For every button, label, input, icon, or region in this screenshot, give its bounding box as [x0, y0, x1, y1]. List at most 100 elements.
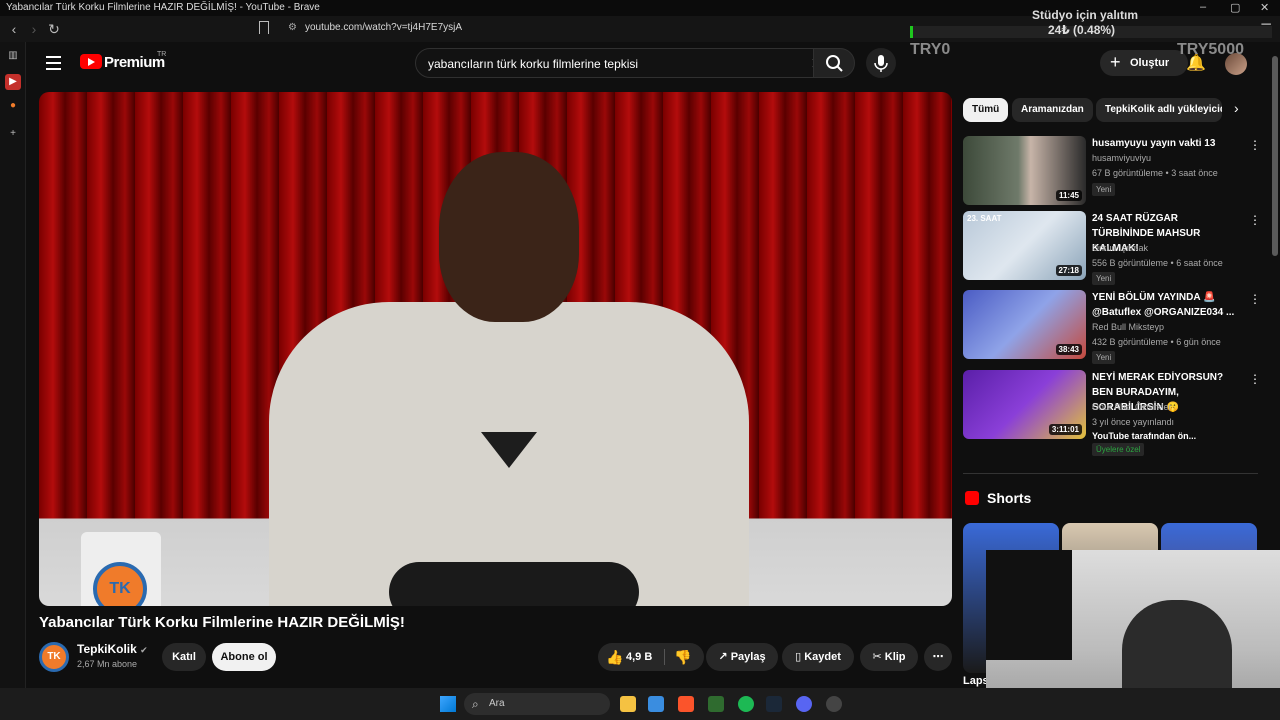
brave-browser-icon[interactable] — [678, 696, 694, 712]
subscribe-button[interactable]: Abone ol — [212, 643, 276, 671]
verified-icon: ✔ — [140, 645, 148, 655]
minimize-icon[interactable]: – — [1200, 1, 1206, 13]
share-label: Paylaş — [730, 651, 766, 663]
create-button[interactable]: Oluştur — [1100, 49, 1188, 76]
chip-from-uploader[interactable]: TepkiKolik adlı yükleyiciden — [1096, 98, 1222, 122]
microphone-icon — [874, 55, 888, 72]
recommendation-channel[interactable]: husamviyuviyu — [1092, 153, 1151, 163]
like-count[interactable]: 4,9 B — [626, 643, 652, 671]
video-duration: 11:45 — [1055, 190, 1082, 201]
recommendation-item[interactable]: 3:11:01 NEYİ MERAK EDİYORSUN? BEN BURADA… — [963, 370, 1263, 460]
clip-label: Klip — [884, 651, 906, 663]
save-button[interactable]: ▯ Kaydet — [782, 643, 854, 671]
recommendation-meta: 67 B görüntüleme • 3 saat önce — [1092, 168, 1218, 178]
share-icon: ↗ — [718, 651, 731, 663]
channel-name-text[interactable]: TepkiKolik — [77, 642, 137, 656]
recommendation-thumbnail[interactable]: 38:43 — [963, 290, 1086, 359]
recommendation-item[interactable]: 23. SAAT 27:18 24 SAAT RÜZGAR TÜRBİNİNDE … — [963, 211, 1263, 285]
thumbnail-label: 23. SAAT — [967, 214, 1002, 223]
window-title: Yabancılar Türk Korku Filmlerine HAZIR D… — [6, 2, 320, 13]
channel-avatar[interactable]: TK — [39, 642, 69, 672]
recommendation-title[interactable]: husamyuyu yayın vakti 13 — [1092, 136, 1240, 151]
save-icon: ▯ — [795, 651, 805, 663]
discord-icon[interactable] — [796, 696, 812, 712]
video-player[interactable]: TK — [39, 92, 952, 606]
dislike-icon[interactable]: 👎 — [674, 643, 691, 671]
file-explorer-icon[interactable] — [620, 696, 636, 712]
chip-from-search[interactable]: Aramanızdan — [1012, 98, 1093, 122]
reload-icon[interactable]: ↻ — [45, 20, 63, 38]
brave-tab-icon[interactable]: ● — [5, 98, 21, 114]
video-frame-person — [269, 152, 749, 606]
short-title[interactable]: Laps — [963, 675, 989, 687]
recommendation-meta: 432 B görüntüleme • 6 gün önce — [1092, 337, 1221, 347]
spotify-icon[interactable] — [738, 696, 754, 712]
more-options-icon[interactable]: ⋮ — [1249, 213, 1261, 227]
new-badge: Yeni — [1092, 272, 1116, 285]
video-title: Yabancılar Türk Korku Filmlerine HAZIR D… — [39, 614, 405, 631]
recommendation-item[interactable]: 38:43 YENİ BÖLÜM YAYINDA 🚨 @Batuflex @OR… — [963, 290, 1263, 364]
members-only-badge: Üyelere özel — [1092, 443, 1145, 456]
app-icon[interactable] — [708, 696, 724, 712]
more-options-icon[interactable]: ⋮ — [1249, 292, 1261, 306]
shorts-icon — [965, 491, 979, 505]
subscriber-count: 2,67 Mn abone — [77, 659, 138, 669]
recommendation-item[interactable]: 11:45 husamyuyu yayın vakti 13 husamviyu… — [963, 136, 1263, 206]
video-frame-mug: TK — [81, 532, 161, 606]
video-duration: 3:11:01 — [1048, 424, 1082, 435]
share-button[interactable]: ↗ Paylaş — [706, 643, 778, 671]
more-options-icon[interactable]: ⋮ — [1249, 138, 1261, 152]
like-icon[interactable]: 👍 — [606, 643, 623, 671]
guide-menu-icon[interactable] — [46, 56, 61, 74]
recommendation-channel[interactable]: Onur Naci Öztürkler — [1092, 402, 1172, 412]
chip-all[interactable]: Tümü — [963, 98, 1009, 122]
back-icon[interactable]: ‹ — [5, 20, 23, 38]
obs-icon[interactable] — [826, 696, 842, 712]
promoted-by: YouTube tarafından ön... — [1092, 431, 1197, 441]
recommendation-channel[interactable]: Red Bull Miksteyp — [1092, 322, 1164, 332]
country-code: TR — [157, 51, 167, 58]
recommendation-thumbnail[interactable]: 3:11:01 — [963, 370, 1086, 439]
new-badge: Yeni — [1092, 351, 1116, 364]
donation-goal-amount: 24₺ (0.48%) — [1048, 23, 1116, 37]
divider — [963, 473, 1258, 474]
steam-icon[interactable] — [766, 696, 782, 712]
recommendation-meta: 3 yıl önce yayınlandı — [1092, 417, 1175, 427]
close-window-icon[interactable]: ✕ — [1260, 1, 1269, 14]
recommendation-channel[interactable]: Orkun Işıtmak — [1092, 243, 1148, 253]
scrollbar[interactable] — [1272, 56, 1278, 256]
premium-label[interactable]: Premium — [104, 54, 165, 71]
youtube-header: Premium TR yabancıların türk korku filml… — [26, 42, 1280, 86]
add-panel-icon[interactable]: + — [5, 126, 21, 142]
save-label: Kaydet — [804, 651, 841, 663]
search-text: yabancıların türk korku filmlerine tepki… — [428, 57, 639, 71]
recommendation-thumbnail[interactable]: 23. SAAT 27:18 — [963, 211, 1086, 280]
forward-icon[interactable]: › — [25, 20, 43, 38]
clip-button[interactable]: ✂ Klip — [860, 643, 918, 671]
bookmark-icon[interactable] — [259, 21, 269, 34]
search-input[interactable]: yabancıların türk korku filmlerine tepki… — [415, 48, 835, 78]
url-field[interactable]: youtube.com/watch?v=tj4H7E7ysjA — [305, 22, 462, 33]
more-actions-button[interactable]: ⋯ — [924, 643, 952, 671]
channel-name[interactable]: TepkiKolik ✔ — [77, 642, 148, 656]
webcam-monitor — [986, 550, 1072, 660]
maximize-icon[interactable]: ▢ — [1230, 1, 1240, 14]
video-duration: 27:18 — [1055, 265, 1082, 276]
site-info-icon[interactable]: ⚙ — [288, 22, 297, 33]
taskbar-search[interactable]: Ara — [464, 693, 610, 715]
store-icon[interactable] — [648, 696, 664, 712]
mug-logo: TK — [93, 562, 147, 606]
recommendation-title[interactable]: YENİ BÖLÜM YAYINDA 🚨 @Batuflex @ORGANIZE… — [1092, 290, 1240, 320]
sidebar-toggle-icon[interactable]: ▥ — [5, 48, 21, 64]
youtube-logo[interactable] — [80, 54, 102, 69]
youtube-tab-icon[interactable]: ▶ — [5, 74, 21, 90]
voice-search-button[interactable] — [866, 48, 896, 78]
chips-next-icon[interactable]: › — [1234, 100, 1239, 116]
windows-start-icon[interactable] — [440, 696, 456, 712]
donation-progress-fill — [910, 26, 913, 38]
search-button[interactable] — [813, 48, 855, 78]
join-button[interactable]: Katıl — [162, 643, 206, 671]
more-options-icon[interactable]: ⋮ — [1249, 372, 1261, 386]
recommendation-thumbnail[interactable]: 11:45 — [963, 136, 1086, 205]
donation-goal-start: TRY0 — [910, 41, 951, 58]
